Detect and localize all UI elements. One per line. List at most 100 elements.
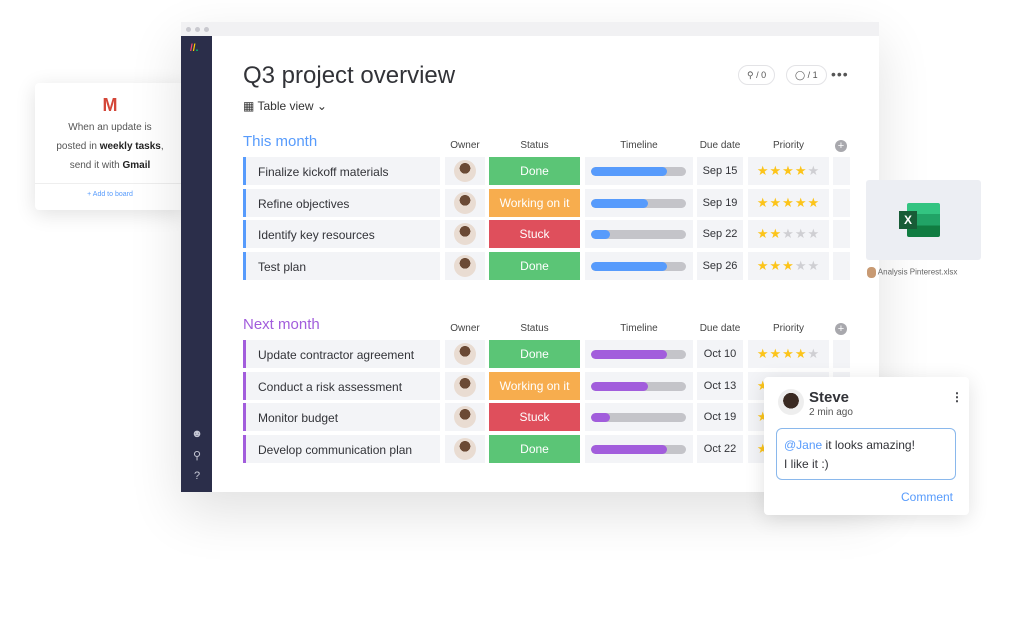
- star-icon[interactable]: ★: [807, 346, 820, 361]
- star-icon[interactable]: ★: [795, 346, 808, 361]
- star-icon[interactable]: ★: [795, 163, 808, 178]
- due-date-cell[interactable]: Oct 10: [697, 340, 743, 368]
- group-title[interactable]: This month: [243, 133, 317, 150]
- star-icon[interactable]: ★: [770, 163, 783, 178]
- owner-cell[interactable]: [445, 157, 485, 185]
- star-icon[interactable]: ★: [770, 195, 783, 210]
- empty-cell[interactable]: [833, 157, 850, 185]
- item-name[interactable]: Update contractor agreement: [243, 340, 440, 368]
- status-cell[interactable]: Done: [489, 434, 580, 463]
- empty-cell[interactable]: [833, 251, 850, 280]
- more-options-icon[interactable]: •••: [831, 66, 849, 82]
- priority-rating[interactable]: ★★★★★: [748, 157, 829, 185]
- star-icon[interactable]: ★: [782, 226, 795, 241]
- due-date-cell[interactable]: Sep 19: [697, 188, 743, 217]
- star-icon[interactable]: ★: [782, 163, 795, 178]
- column-header-status[interactable]: Status: [489, 323, 580, 334]
- empty-cell[interactable]: [833, 220, 850, 248]
- activity-button[interactable]: ⚲ / 0: [738, 65, 776, 85]
- column-header-due[interactable]: Due date: [697, 323, 743, 334]
- timeline-cell[interactable]: [585, 251, 693, 280]
- timeline-cell[interactable]: [585, 371, 693, 400]
- owner-cell[interactable]: [445, 188, 485, 217]
- more-vertical-icon[interactable]: ⋮: [951, 390, 963, 404]
- star-icon[interactable]: ★: [782, 195, 795, 210]
- star-icon[interactable]: ★: [757, 163, 770, 178]
- timeline-cell[interactable]: [585, 403, 693, 431]
- integrations-button[interactable]: ◯ / 1: [786, 65, 827, 85]
- timeline-cell[interactable]: [585, 188, 693, 217]
- help-icon[interactable]: ?: [190, 470, 204, 482]
- item-name[interactable]: Conduct a risk assessment: [243, 371, 440, 400]
- add-to-board-link[interactable]: + Add to board: [35, 183, 185, 198]
- item-name[interactable]: Finalize kickoff materials: [243, 157, 440, 185]
- add-column-icon[interactable]: +: [835, 323, 847, 335]
- star-icon[interactable]: ★: [807, 163, 820, 178]
- star-icon[interactable]: ★: [782, 258, 795, 273]
- group-title[interactable]: Next month: [243, 316, 320, 333]
- star-icon[interactable]: ★: [795, 195, 808, 210]
- item-name[interactable]: Develop communication plan: [243, 434, 440, 463]
- item-name[interactable]: Identify key resources: [243, 220, 440, 248]
- column-header-timeline[interactable]: Timeline: [585, 323, 693, 334]
- owner-cell[interactable]: [445, 251, 485, 280]
- due-date-cell[interactable]: Sep 22: [697, 220, 743, 248]
- owner-cell[interactable]: [445, 371, 485, 400]
- star-icon[interactable]: ★: [770, 226, 783, 241]
- status-cell[interactable]: Done: [489, 340, 580, 368]
- item-name[interactable]: Monitor budget: [243, 403, 440, 431]
- due-date-cell[interactable]: Oct 13: [697, 371, 743, 400]
- star-icon[interactable]: ★: [757, 195, 770, 210]
- comment-button[interactable]: Comment: [901, 490, 953, 504]
- status-cell[interactable]: Stuck: [489, 220, 580, 248]
- star-icon[interactable]: ★: [795, 226, 808, 241]
- empty-cell[interactable]: [833, 188, 850, 217]
- star-icon[interactable]: ★: [782, 346, 795, 361]
- timeline-cell[interactable]: [585, 220, 693, 248]
- owner-cell[interactable]: [445, 340, 485, 368]
- star-icon[interactable]: ★: [807, 195, 820, 210]
- owner-cell[interactable]: [445, 403, 485, 431]
- timeline-cell[interactable]: [585, 157, 693, 185]
- item-name[interactable]: Test plan: [243, 251, 440, 280]
- due-date-cell[interactable]: Oct 22: [697, 434, 743, 463]
- star-icon[interactable]: ★: [770, 346, 783, 361]
- priority-rating[interactable]: ★★★★★: [748, 188, 829, 217]
- file-preview-card[interactable]: X: [866, 180, 981, 260]
- star-icon[interactable]: ★: [807, 258, 820, 273]
- empty-cell[interactable]: [833, 340, 850, 368]
- column-header-priority[interactable]: Priority: [748, 140, 829, 151]
- due-date-cell[interactable]: Sep 26: [697, 251, 743, 280]
- column-header-owner[interactable]: Owner: [445, 140, 485, 151]
- priority-rating[interactable]: ★★★★★: [748, 220, 829, 248]
- due-date-cell[interactable]: Sep 15: [697, 157, 743, 185]
- status-cell[interactable]: Working on it: [489, 371, 580, 400]
- timeline-cell[interactable]: [585, 340, 693, 368]
- add-column-icon[interactable]: +: [835, 140, 847, 152]
- item-name[interactable]: Refine objectives: [243, 188, 440, 217]
- file-attachment[interactable]: Analysis Pinterest.xlsx: [867, 267, 957, 278]
- status-cell[interactable]: Done: [489, 157, 580, 185]
- column-header-priority[interactable]: Priority: [748, 323, 829, 334]
- view-selector[interactable]: ▦ Table view ⌄: [243, 99, 327, 113]
- star-icon[interactable]: ★: [807, 226, 820, 241]
- status-cell[interactable]: Done: [489, 251, 580, 280]
- star-icon[interactable]: ★: [795, 258, 808, 273]
- status-cell[interactable]: Working on it: [489, 188, 580, 217]
- owner-cell[interactable]: [445, 434, 485, 463]
- monday-logo-icon[interactable]: //.: [190, 43, 198, 54]
- due-date-cell[interactable]: Oct 19: [697, 403, 743, 431]
- status-cell[interactable]: Stuck: [489, 403, 580, 431]
- priority-rating[interactable]: ★★★★★: [748, 340, 829, 368]
- column-header-owner[interactable]: Owner: [445, 323, 485, 334]
- column-header-status[interactable]: Status: [489, 140, 580, 151]
- owner-cell[interactable]: [445, 220, 485, 248]
- mention[interactable]: @Jane: [784, 438, 822, 452]
- column-header-due[interactable]: Due date: [697, 140, 743, 151]
- star-icon[interactable]: ★: [757, 346, 770, 361]
- star-icon[interactable]: ★: [757, 258, 770, 273]
- priority-rating[interactable]: ★★★★★: [748, 251, 829, 280]
- comment-input[interactable]: @Jane it looks amazing! I like it :): [776, 428, 956, 480]
- star-icon[interactable]: ★: [770, 258, 783, 273]
- column-header-timeline[interactable]: Timeline: [585, 140, 693, 151]
